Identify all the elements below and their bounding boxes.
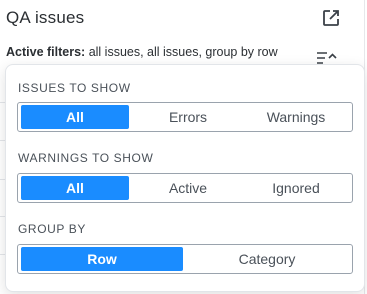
issues-to-show-label: ISSUES TO SHOW [18,81,131,95]
group-by-option-category[interactable]: Category [186,247,348,271]
active-filters-label: Active filters: [6,45,86,59]
warnings-option-ignored[interactable]: Ignored [242,176,350,200]
warnings-option-all[interactable]: All [21,176,129,200]
issues-option-errors[interactable]: Errors [134,105,242,129]
warnings-option-active[interactable]: Active [134,176,242,200]
warnings-to-show-label: WARNINGS TO SHOW [18,151,154,165]
warnings-to-show-selector: All Active Ignored [17,173,353,203]
external-link-icon[interactable] [321,8,341,28]
panel-title: QA issues [6,8,85,27]
group-by-label: GROUP BY [18,222,86,236]
group-by-selector: Row Category [17,244,353,274]
group-by-option-row[interactable]: Row [21,247,183,271]
issues-option-all[interactable]: All [21,105,129,129]
issues-option-warnings[interactable]: Warnings [242,105,350,129]
panel-header: QA issues [0,0,367,36]
issues-to-show-selector: All Errors Warnings [17,102,353,132]
filter-popover: ISSUES TO SHOW All Errors Warnings WARNI… [5,64,365,292]
active-filters: Active filters: all issues, all issues, … [6,45,278,59]
active-filters-value: all issues, all issues, group by row [88,45,278,59]
